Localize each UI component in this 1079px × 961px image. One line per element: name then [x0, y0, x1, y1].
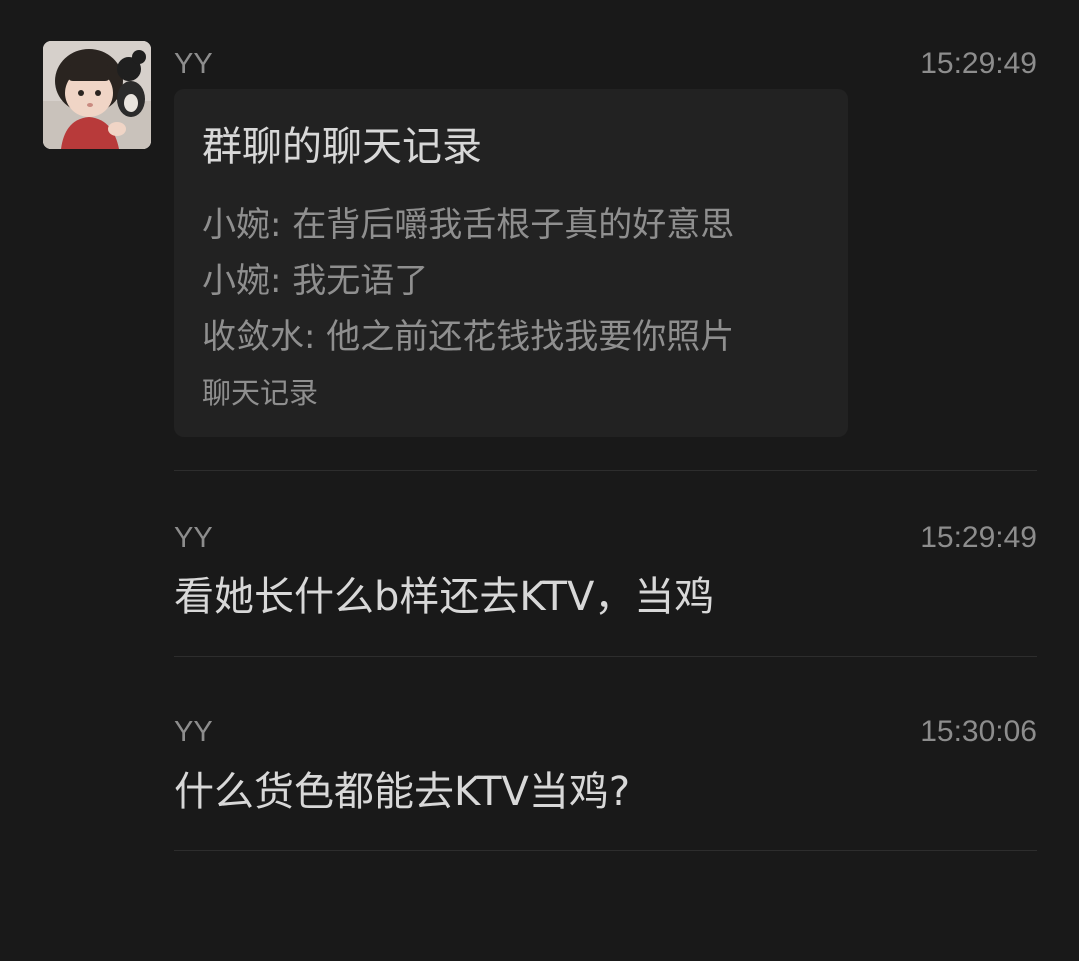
- message-timestamp: 15:29:49: [920, 47, 1037, 80]
- sender-name: YY: [174, 716, 213, 748]
- sender-name: YY: [174, 48, 213, 80]
- message-divider: [174, 656, 1037, 657]
- sender-name: YY: [174, 522, 213, 554]
- chat-record-preview: 小婉: 在背后嚼我舌根子真的好意思 小婉: 我无语了 收敛水: 他之前还花钱找我…: [202, 197, 734, 365]
- message-timestamp: 15:30:06: [920, 715, 1037, 748]
- message-divider: [174, 850, 1037, 851]
- chat-record-line: 小婉: 在背后嚼我舌根子真的好意思: [202, 205, 735, 245]
- chat-record-title: 群聊的聊天记录: [202, 124, 482, 170]
- chat-record-line: 小婉: 我无语了: [202, 261, 429, 301]
- chat-record-card[interactable]: 群聊的聊天记录 小婉: 在背后嚼我舌根子真的好意思 小婉: 我无语了 收敛水: …: [174, 89, 848, 437]
- message-divider: [174, 470, 1037, 471]
- chat-record-label: 聊天记录: [202, 376, 319, 410]
- message-text[interactable]: 看她长什么b样还去KTV，当鸡: [174, 577, 714, 617]
- message-text[interactable]: 什么货色都能去KTV当鸡?: [174, 772, 630, 812]
- avatar[interactable]: [43, 41, 151, 149]
- chat-record-line: 收敛水: 他之前还花钱找我要你照片: [202, 317, 735, 357]
- message-timestamp: 15:29:49: [920, 521, 1037, 554]
